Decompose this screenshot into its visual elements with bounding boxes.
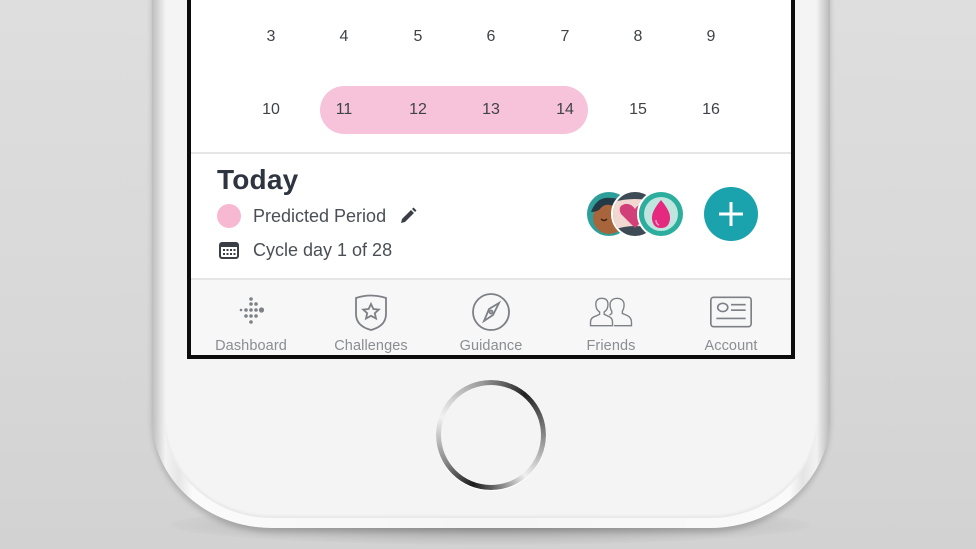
calendar-day[interactable]: 4 bbox=[324, 13, 364, 61]
predicted-period-label: Predicted Period bbox=[253, 205, 387, 226]
calendar-day[interactable]: 5 bbox=[398, 13, 438, 61]
calendar-day[interactable]: 16 bbox=[691, 86, 731, 134]
tab-label: Friends bbox=[586, 338, 636, 354]
star-badge-icon bbox=[349, 292, 393, 332]
add-log-button[interactable] bbox=[704, 187, 758, 241]
friends-icon bbox=[589, 292, 633, 332]
compass-icon bbox=[469, 292, 513, 332]
calendar-day[interactable]: 9 bbox=[691, 13, 731, 61]
calendar-day-highlighted[interactable]: 13 bbox=[471, 86, 511, 134]
calendar-day[interactable]: 10 bbox=[251, 86, 291, 134]
calendar-grid: 3456789 10 11 12 13 14 15 16 bbox=[191, 0, 791, 152]
calendar-day[interactable]: 3 bbox=[251, 13, 291, 61]
tab-challenges[interactable]: Challenges bbox=[311, 280, 431, 355]
id-card-icon bbox=[709, 292, 753, 332]
tab-friends[interactable]: Friends bbox=[551, 280, 671, 355]
home-button[interactable] bbox=[436, 380, 546, 490]
calendar-week-row: 3456789 bbox=[191, 13, 791, 61]
calendar-icon bbox=[217, 238, 241, 262]
tab-label: Account bbox=[704, 338, 758, 354]
avatar-stack[interactable] bbox=[585, 190, 695, 238]
calendar-day[interactable]: 7 bbox=[545, 13, 585, 61]
screen-bezel: 3456789 10 11 12 13 14 15 16 Today Predicted P… bbox=[187, 0, 795, 359]
tab-label: Guidance bbox=[459, 338, 523, 354]
pink-dot-icon bbox=[217, 204, 241, 228]
plus-icon bbox=[719, 202, 743, 226]
today-panel: Today Predicted Period Cycle day 1 of 28 bbox=[191, 154, 791, 278]
tab-guidance[interactable]: Guidance bbox=[431, 280, 551, 355]
bottom-tab-bar: Dashboard Challenges Guidance Friends Ac… bbox=[191, 280, 791, 355]
calendar-day[interactable]: 6 bbox=[471, 13, 511, 61]
pencil-icon[interactable] bbox=[398, 206, 418, 226]
today-title: Today bbox=[217, 164, 299, 195]
calendar-day-highlighted[interactable]: 14 bbox=[545, 86, 585, 134]
calendar-day-highlighted[interactable]: 11 bbox=[324, 86, 364, 134]
tab-label: Dashboard bbox=[215, 338, 287, 354]
blood-drop-avatar bbox=[637, 190, 685, 238]
calendar-day[interactable]: 8 bbox=[618, 13, 658, 61]
calendar-week-row: 10 11 12 13 14 15 16 bbox=[191, 86, 791, 134]
tab-dashboard[interactable]: Dashboard bbox=[191, 280, 311, 355]
fitbit-dots-icon bbox=[229, 292, 273, 332]
cycle-day-row: Cycle day 1 of 28 bbox=[217, 238, 392, 262]
calendar-day-highlighted[interactable]: 12 bbox=[398, 86, 438, 134]
calendar-day[interactable]: 15 bbox=[618, 86, 658, 134]
app-screen: 3456789 10 11 12 13 14 15 16 Today Predicted P… bbox=[191, 0, 791, 355]
tab-account[interactable]: Account bbox=[671, 280, 791, 355]
tab-label: Challenges bbox=[334, 338, 408, 354]
cycle-day-text: Cycle day 1 of 28 bbox=[253, 239, 393, 260]
predicted-period-row[interactable]: Predicted Period bbox=[217, 204, 418, 228]
